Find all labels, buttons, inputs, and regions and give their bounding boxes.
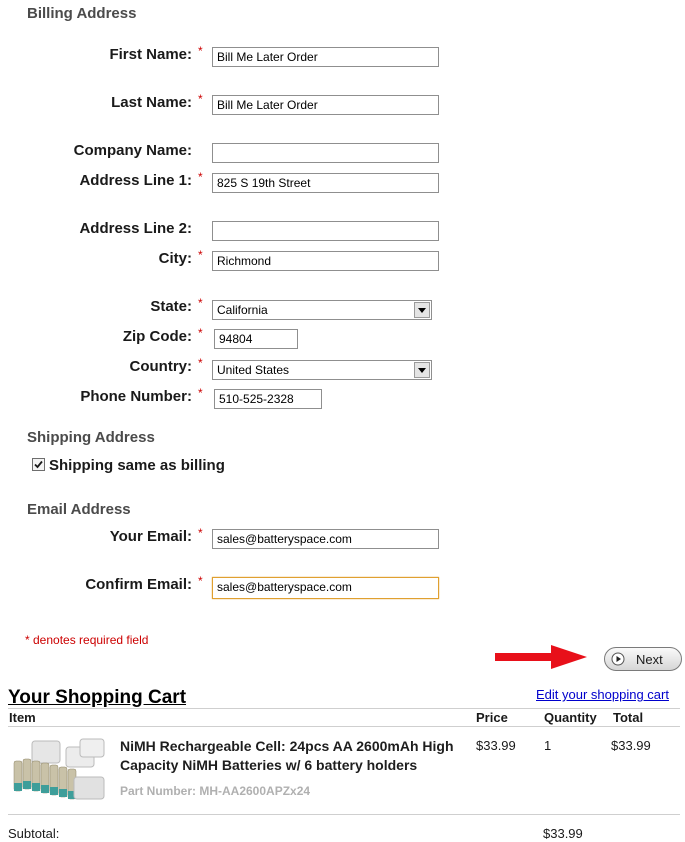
address-line-2-label: Address Line 2: bbox=[79, 220, 192, 237]
play-icon bbox=[611, 652, 625, 666]
column-header-total: Total bbox=[613, 710, 644, 725]
zip-code-input[interactable]: 94804 bbox=[214, 329, 298, 349]
chevron-down-icon[interactable] bbox=[414, 302, 430, 318]
edit-cart-link[interactable]: Edit your shopping cart bbox=[536, 687, 669, 702]
first-name-input[interactable]: Bill Me Later Order bbox=[212, 47, 439, 67]
cart-item-quantity: 1 bbox=[544, 738, 552, 753]
column-header-quantity: Quantity bbox=[544, 710, 597, 725]
next-button-label: Next bbox=[636, 652, 663, 667]
email-section-title: Email Address bbox=[27, 501, 131, 518]
red-arrow-icon bbox=[495, 645, 587, 669]
first-name-label: First Name: bbox=[109, 46, 192, 63]
state-select-value: California bbox=[217, 303, 268, 317]
required-star: * bbox=[198, 356, 203, 370]
confirm-email-input[interactable]: sales@batteryspace.com bbox=[212, 577, 439, 599]
country-select-value: United States bbox=[217, 363, 290, 377]
required-star: * bbox=[198, 92, 203, 106]
checkmark-icon bbox=[34, 460, 43, 469]
required-star: * bbox=[198, 248, 203, 262]
divider bbox=[8, 726, 680, 727]
column-header-item: Item bbox=[9, 710, 36, 725]
required-star: * bbox=[198, 526, 203, 540]
required-star: * bbox=[198, 574, 203, 588]
country-label: Country: bbox=[129, 358, 193, 375]
chevron-down-icon[interactable] bbox=[414, 362, 430, 378]
city-input[interactable]: Richmond bbox=[212, 251, 439, 271]
required-star: * bbox=[198, 296, 203, 310]
subtotal-value: $33.99 bbox=[543, 826, 583, 841]
city-label: City: bbox=[158, 250, 192, 267]
address-line-1-label: Address Line 1: bbox=[79, 172, 192, 189]
product-image bbox=[13, 738, 105, 800]
cart-item-name[interactable]: NiMH Rechargeable Cell: 24pcs AA 2600mAh… bbox=[120, 737, 472, 775]
zip-code-label: Zip Code: bbox=[122, 328, 192, 345]
cart-item-price: $33.99 bbox=[476, 738, 516, 753]
your-email-input[interactable]: sales@batteryspace.com bbox=[212, 529, 439, 549]
shipping-same-label[interactable]: Shipping same as billing bbox=[49, 457, 225, 474]
cart-title: Your Shopping Cart bbox=[8, 687, 187, 708]
country-select[interactable]: United States bbox=[212, 360, 432, 380]
confirm-email-label: Confirm Email: bbox=[85, 576, 192, 593]
subtotal-label: Subtotal: bbox=[8, 826, 60, 841]
shipping-section-title: Shipping Address bbox=[27, 429, 155, 446]
next-button[interactable]: Next bbox=[604, 647, 682, 671]
divider bbox=[8, 708, 680, 709]
required-star: * bbox=[198, 386, 203, 400]
required-field-note: * denotes required field bbox=[25, 633, 149, 647]
address-line-1-input[interactable]: 825 S 19th Street bbox=[212, 173, 439, 193]
required-star: * bbox=[198, 44, 203, 58]
phone-number-input[interactable]: 510-525-2328 bbox=[214, 389, 322, 409]
your-email-label: Your Email: bbox=[109, 528, 192, 545]
required-star: * bbox=[198, 170, 203, 184]
cart-item-part-number: Part Number: MH-AA2600APZx24 bbox=[120, 784, 311, 798]
divider bbox=[8, 814, 680, 815]
company-name-input[interactable] bbox=[212, 143, 439, 163]
last-name-label: Last Name: bbox=[111, 94, 192, 111]
state-label: State: bbox=[150, 298, 192, 315]
state-select[interactable]: California bbox=[212, 300, 432, 320]
address-line-2-input[interactable] bbox=[212, 221, 439, 241]
cart-item-total: $33.99 bbox=[611, 738, 651, 753]
required-star: * bbox=[198, 326, 203, 340]
company-name-label: Company Name: bbox=[73, 142, 192, 159]
phone-number-label: Phone Number: bbox=[80, 388, 192, 405]
billing-section-title: Billing Address bbox=[27, 5, 137, 22]
last-name-input[interactable]: Bill Me Later Order bbox=[212, 95, 439, 115]
column-header-price: Price bbox=[476, 710, 508, 725]
shipping-same-checkbox[interactable] bbox=[32, 458, 45, 471]
